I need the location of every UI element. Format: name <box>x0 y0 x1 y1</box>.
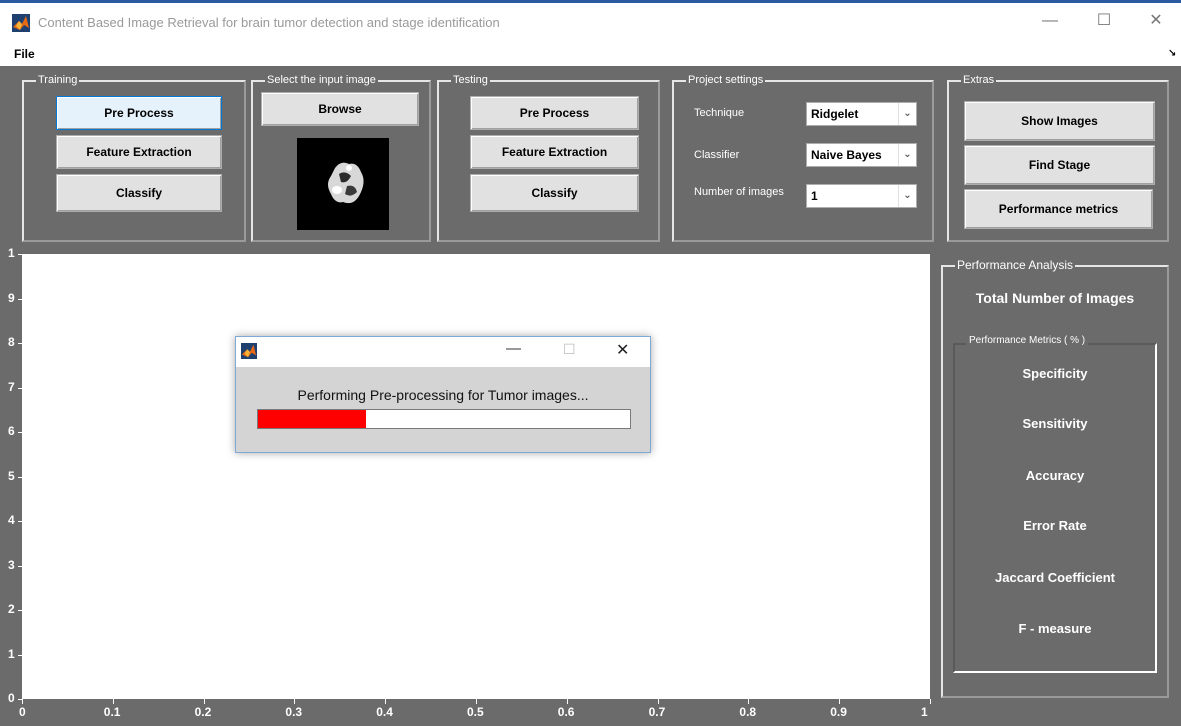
x-tick-label: 0.4 <box>376 705 393 719</box>
x-tick-label: 0.2 <box>194 705 212 719</box>
x-tick-label: 1 <box>921 705 928 719</box>
x-tick-label: 0.1 <box>103 705 121 719</box>
y-tick-label: 3 <box>8 557 15 572</box>
x-tick-mark <box>112 699 114 704</box>
chevron-down-icon: ⌄ <box>898 103 916 125</box>
metric-label: F - measure <box>1018 621 1092 636</box>
dialog-minimize-button[interactable]: — <box>506 340 521 357</box>
y-tick-mark <box>18 610 23 611</box>
dialog-maximize-button[interactable]: ☐ <box>563 341 576 358</box>
testing-title: Testing <box>451 73 490 87</box>
number-of-images-label: Number of images <box>694 186 784 198</box>
y-tick-label: 6 <box>8 424 15 438</box>
chevron-down-icon: ⌄ <box>898 144 916 166</box>
plot-axes <box>22 254 930 699</box>
y-tick-mark <box>18 387 23 389</box>
y-tick-mark <box>18 476 23 478</box>
metric-label: Sensitivity <box>1022 416 1088 431</box>
x-tick-label: 0.9 <box>830 705 847 719</box>
x-tick-mark <box>657 699 659 704</box>
x-tick-mark <box>748 699 750 704</box>
x-tick-mark <box>22 699 23 704</box>
technique-value: Ridgelet <box>811 107 859 121</box>
top-strip <box>0 0 1181 3</box>
number-of-images-value: 1 <box>811 189 818 203</box>
number-of-images-select[interactable]: 1 ⌄ <box>806 184 917 208</box>
x-tick-label: 0.8 <box>739 705 757 719</box>
y-tick-mark <box>18 298 23 300</box>
menu-file[interactable]: File <box>14 47 35 61</box>
dialog-title-bar <box>236 337 650 367</box>
x-tick-mark <box>385 699 387 704</box>
classifier-select[interactable]: Naive Bayes ⌄ <box>806 143 917 167</box>
metric-label: Specificity <box>1022 366 1088 381</box>
technique-label: Technique <box>694 107 745 119</box>
metric-label: Accuracy <box>1025 468 1085 483</box>
y-tick-label: 4 <box>8 513 15 527</box>
dialog-close-button[interactable]: ✕ <box>616 340 629 360</box>
y-tick-label: 1 <box>8 246 15 260</box>
y-tick-label: 0 <box>8 691 15 705</box>
classifier-label: Classifier <box>694 149 740 161</box>
metric-label: Error Rate <box>1023 518 1087 533</box>
project-settings-title: Project settings <box>686 73 766 87</box>
y-tick-mark <box>18 521 23 522</box>
progress-bar <box>257 409 631 429</box>
train-feature-button[interactable]: Feature Extraction <box>56 135 222 169</box>
total-images-label: Total Number of Images <box>975 290 1135 306</box>
x-tick-label: 0.3 <box>285 705 303 719</box>
y-tick-mark <box>18 343 23 344</box>
performance-analysis-title: Performance Analysis <box>955 258 1076 272</box>
extras-title: Extras <box>961 73 997 87</box>
test-classify-button[interactable]: Classify <box>470 174 639 212</box>
input-image-title: Select the input image <box>265 73 378 87</box>
close-button[interactable]: ✕ <box>1138 9 1174 33</box>
y-tick-label: 9 <box>8 290 15 305</box>
y-tick-mark <box>18 432 23 433</box>
x-tick-mark <box>476 699 477 704</box>
y-tick-label: 7 <box>8 379 15 394</box>
progress-dialog: — ☐ ✕ Performing Pre-processing for Tumo… <box>235 336 651 453</box>
y-tick-label: 1 <box>8 646 15 661</box>
x-tick-mark <box>203 699 205 704</box>
chevron-down-icon: ⌄ <box>898 185 916 207</box>
training-title: Training <box>36 73 80 87</box>
show-images-button[interactable]: Show Images <box>964 101 1155 141</box>
x-tick-mark <box>930 699 931 704</box>
classifier-value: Naive Bayes <box>811 148 882 162</box>
matlab-icon <box>241 343 257 359</box>
dialog-message: Performing Pre-processing for Tumor imag… <box>297 387 589 403</box>
y-tick-label: 8 <box>8 335 15 349</box>
y-tick-mark <box>18 654 23 656</box>
maximize-button[interactable]: ☐ <box>1086 9 1122 33</box>
x-tick-label: 0 <box>19 705 26 719</box>
y-tick-mark <box>18 254 23 255</box>
x-tick-label: 0.7 <box>648 705 666 719</box>
x-tick-mark <box>839 699 841 704</box>
x-tick-mark <box>566 699 568 704</box>
y-tick-mark <box>18 565 23 567</box>
corner-arrow-icon: ↘ <box>1168 48 1177 59</box>
progress-fill <box>258 410 366 428</box>
brain-image <box>297 138 389 230</box>
x-tick-label: 0.6 <box>557 705 575 719</box>
x-tick-mark <box>294 699 296 704</box>
technique-select[interactable]: Ridgelet ⌄ <box>806 102 917 126</box>
metric-label: Jaccard Coefficient <box>995 570 1115 585</box>
browse-button[interactable]: Browse <box>261 92 419 126</box>
matlab-icon <box>12 14 30 32</box>
test-feature-button[interactable]: Feature Extraction <box>470 135 639 169</box>
y-tick-label: 2 <box>8 602 15 616</box>
performance-metrics-button[interactable]: Performance metrics <box>964 189 1153 229</box>
find-stage-button[interactable]: Find Stage <box>964 145 1155 185</box>
y-tick-label: 5 <box>8 468 15 483</box>
window-title: Content Based Image Retrieval for brain … <box>38 15 500 30</box>
x-tick-label: 0.5 <box>467 705 484 719</box>
train-classify-button[interactable]: Classify <box>56 174 222 212</box>
train-preprocess-button[interactable]: Pre Process <box>56 96 222 130</box>
test-preprocess-button[interactable]: Pre Process <box>470 96 639 130</box>
minimize-button[interactable]: — <box>1032 9 1068 33</box>
performance-metrics-title: Performance Metrics ( % ) <box>966 335 1089 346</box>
menu-bar <box>0 44 1181 66</box>
